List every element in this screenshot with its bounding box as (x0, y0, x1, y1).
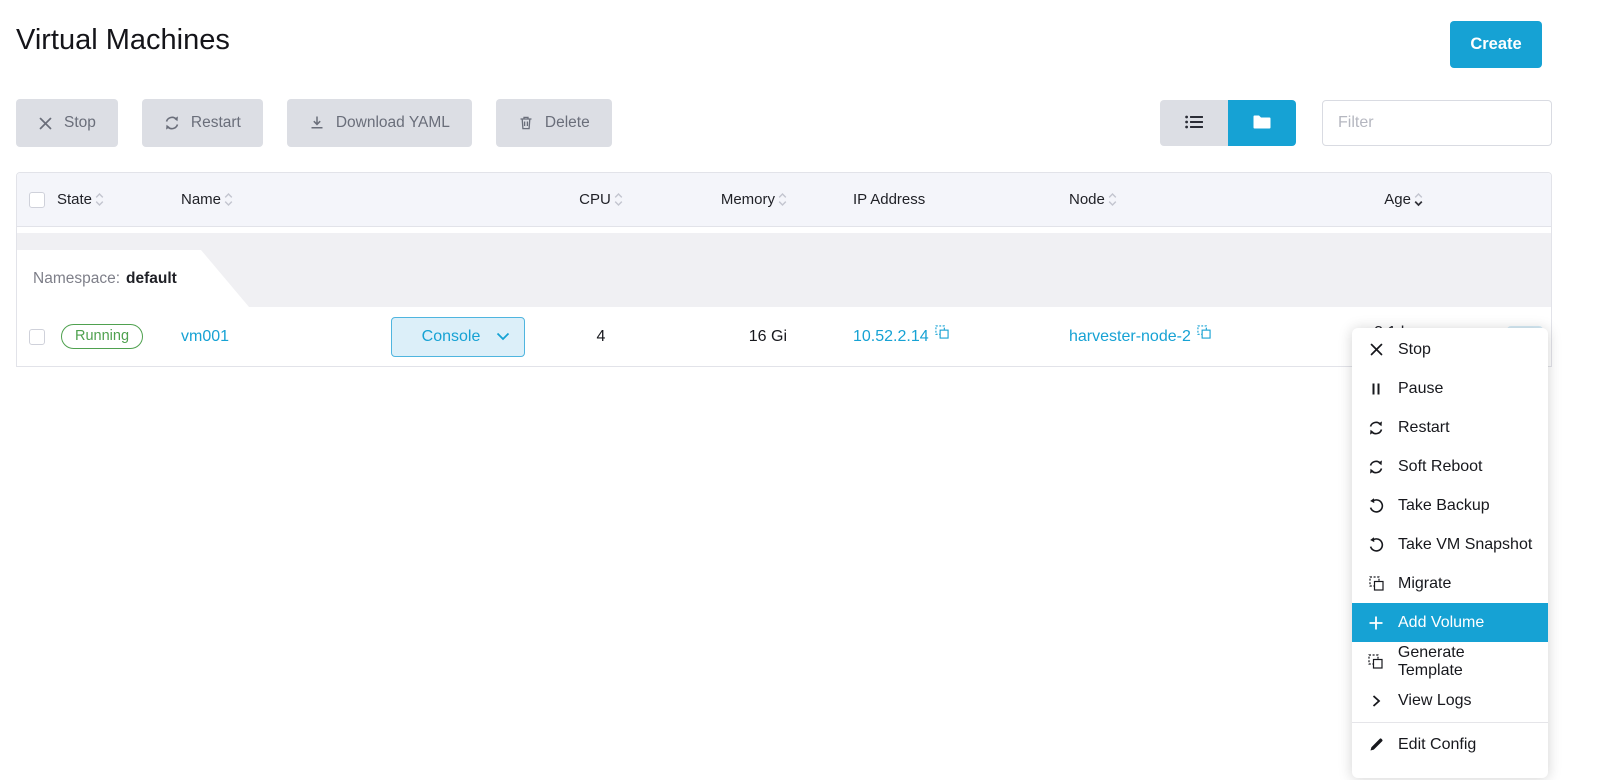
virtual-machines-page: Virtual Machines Create Stop Restart Dow… (0, 0, 1603, 780)
column-label-ip-address: IP Address (853, 191, 925, 208)
column-header-state[interactable]: State (57, 191, 181, 208)
column-label-state: State (57, 191, 92, 208)
refresh-icon (164, 115, 180, 131)
x-icon (1367, 342, 1385, 357)
migrate-icon (1367, 576, 1385, 591)
view-mode-toggle (1160, 100, 1296, 146)
menu-item-label: Pause (1398, 380, 1443, 398)
cpu-value: 4 (551, 328, 651, 346)
sort-icon (224, 192, 233, 207)
namespace-value: default (126, 270, 177, 288)
column-header-cpu[interactable]: CPU (551, 191, 651, 208)
menu-item-restart[interactable]: Restart (1352, 408, 1548, 447)
download-icon (309, 115, 325, 131)
group-row-background (17, 233, 1551, 307)
vm-name-link[interactable]: vm001 (181, 328, 229, 346)
pause-icon (1367, 382, 1385, 396)
console-dropdown-button[interactable]: Console (391, 317, 525, 357)
menu-item-label: Migrate (1398, 575, 1451, 593)
ip-address-link[interactable]: 10.52.2.14 (853, 328, 929, 346)
download-yaml-button[interactable]: Download YAML (287, 99, 472, 147)
console-button-label: Console (406, 328, 496, 346)
menu-item-migrate[interactable]: Migrate (1352, 564, 1548, 603)
sort-icon (778, 192, 787, 207)
column-header-memory[interactable]: Memory (651, 191, 801, 208)
memory-value: 16 Gi (651, 328, 801, 346)
chevron-right-icon (1367, 694, 1385, 708)
bulk-actions-toolbar: Stop Restart Download YAML Delete (16, 99, 612, 147)
refresh-icon (1367, 420, 1385, 436)
menu-item-label: Stop (1398, 341, 1431, 359)
sort-icon (614, 192, 623, 207)
copy-icon[interactable] (935, 325, 949, 339)
menu-item-label: Add Volume (1398, 614, 1484, 632)
menu-item-label: Take VM Snapshot (1398, 536, 1532, 554)
stop-button[interactable]: Stop (16, 99, 118, 147)
restart-button-label: Restart (191, 114, 241, 132)
page-title: Virtual Machines (16, 24, 230, 57)
column-header-ip-address[interactable]: IP Address (801, 191, 991, 208)
node-link[interactable]: harvester-node-2 (1069, 328, 1191, 346)
restart-button[interactable]: Restart (142, 99, 263, 147)
vm-table-row: Running vm001 Console 4 16 Gi 10.52.2.14… (17, 307, 1551, 366)
column-header-name[interactable]: Name (181, 191, 391, 208)
select-all-checkbox[interactable] (29, 192, 45, 208)
backup-icon (1367, 498, 1385, 514)
column-header-node[interactable]: Node (991, 191, 1261, 208)
namespace-label: Namespace: (33, 270, 120, 288)
list-view-button[interactable] (1160, 100, 1228, 146)
column-label-memory: Memory (721, 191, 775, 208)
grouped-view-button[interactable] (1228, 100, 1296, 146)
template-icon (1367, 654, 1385, 669)
menu-item-take-vm-snapshot[interactable]: Take VM Snapshot (1352, 525, 1548, 564)
x-icon (38, 116, 53, 131)
menu-item-label: Soft Reboot (1398, 458, 1483, 476)
row-actions-menu: Stop Pause Restart Soft Reboot Take Back… (1352, 328, 1548, 778)
menu-divider (1352, 722, 1548, 723)
plus-icon (1367, 615, 1385, 631)
row-checkbox[interactable] (29, 329, 45, 345)
delete-button[interactable]: Delete (496, 99, 612, 147)
refresh-icon (1367, 459, 1385, 475)
sort-icon-active-desc (1414, 192, 1423, 207)
sort-icon (1108, 192, 1117, 207)
folder-icon (1253, 115, 1271, 132)
trash-icon (518, 115, 534, 131)
create-button[interactable]: Create (1450, 21, 1542, 68)
list-icon (1185, 115, 1203, 132)
menu-item-pause[interactable]: Pause (1352, 369, 1548, 408)
sort-icon (95, 192, 104, 207)
menu-item-generate-template[interactable]: Generate Template (1352, 642, 1548, 681)
column-label-node: Node (1069, 191, 1105, 208)
stop-button-label: Stop (64, 114, 96, 132)
menu-item-label: Restart (1398, 419, 1450, 437)
column-label-name: Name (181, 191, 221, 208)
column-label-cpu: CPU (579, 191, 611, 208)
menu-item-label: View Logs (1398, 692, 1472, 710)
menu-item-label: Edit Config (1398, 736, 1476, 754)
menu-item-edit-config[interactable]: Edit Config (1352, 725, 1548, 764)
column-label-age: Age (1384, 191, 1411, 208)
chevron-down-icon (496, 328, 510, 346)
download-yaml-button-label: Download YAML (336, 114, 450, 132)
snapshot-icon (1367, 537, 1385, 553)
menu-item-add-volume[interactable]: Add Volume (1352, 603, 1548, 642)
table-header-row: State Name CPU Memory IP Address Node (17, 173, 1551, 227)
menu-item-label: Take Backup (1398, 497, 1490, 515)
vm-table: State Name CPU Memory IP Address Node (16, 172, 1552, 367)
pencil-icon (1367, 737, 1385, 752)
copy-icon[interactable] (1197, 325, 1211, 339)
menu-item-stop[interactable]: Stop (1352, 330, 1548, 369)
status-badge: Running (61, 324, 143, 349)
filter-input[interactable] (1322, 100, 1552, 146)
column-header-age[interactable]: Age (1261, 191, 1487, 208)
menu-item-view-logs[interactable]: View Logs (1352, 681, 1548, 720)
menu-item-take-backup[interactable]: Take Backup (1352, 486, 1548, 525)
delete-button-label: Delete (545, 114, 590, 132)
namespace-group-row: Namespace: default (17, 227, 1551, 307)
menu-item-soft-reboot[interactable]: Soft Reboot (1352, 447, 1548, 486)
menu-item-label: Generate Template (1398, 644, 1533, 680)
